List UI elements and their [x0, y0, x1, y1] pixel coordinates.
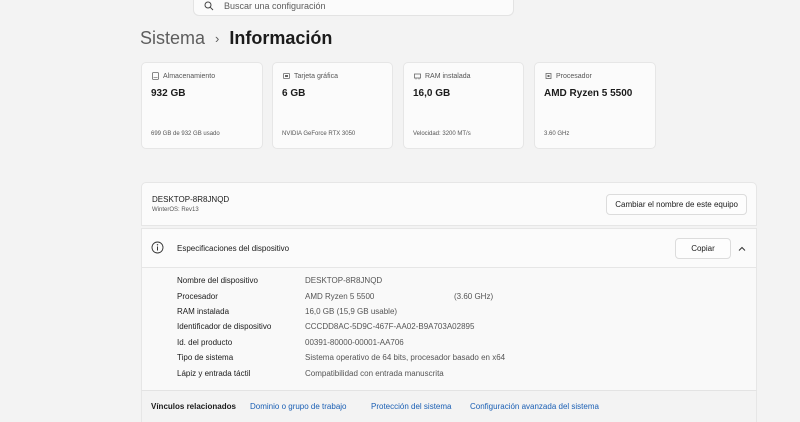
spec-label: Identificador de dispositivo: [177, 322, 272, 331]
device-os: WinterOS: Rev13: [152, 207, 199, 213]
link-system-protection[interactable]: Protección del sistema: [371, 402, 451, 411]
spec-row: Lápiz y entrada táctil Compatibilidad co…: [142, 369, 756, 384]
spec-extra: (3.60 GHz): [454, 292, 494, 301]
specs-title: Especificaciones del dispositivo: [177, 244, 290, 253]
spec-label: Tipo de sistema: [177, 353, 234, 362]
card-ram: RAM instalada 16,0 GB Velocidad: 3200 MT…: [403, 62, 524, 149]
card-label: Tarjeta gráfica: [294, 72, 338, 80]
spec-row: Id. del producto 00391-80000-00001-AA706: [142, 338, 756, 353]
page-title: Información: [229, 28, 333, 48]
related-links-title: Vínculos relacionados: [151, 402, 236, 411]
specs-list: Nombre del dispositivo DESKTOP-8R8JNQD P…: [141, 268, 757, 390]
graphics-card-icon: [283, 73, 290, 79]
chevron-up-icon[interactable]: [736, 243, 748, 255]
spec-value: Sistema operativo de 64 bits, procesador…: [305, 353, 506, 362]
storage-icon: [152, 72, 159, 80]
spec-label: Nombre del dispositivo: [177, 276, 258, 285]
spec-value: Compatibilidad con entrada manuscrita: [305, 369, 444, 378]
card-graphics: Tarjeta gráfica 6 GB NVIDIA GeForce RTX …: [272, 62, 393, 149]
spec-label: Procesador: [177, 292, 218, 301]
breadcrumb: Sistema › Información: [140, 28, 332, 49]
card-sub: 3.60 GHz: [544, 131, 570, 137]
rename-pc-button[interactable]: Cambiar el nombre de este equipo: [606, 194, 747, 215]
search-input[interactable]: [224, 0, 484, 11]
card-label: RAM instalada: [425, 72, 471, 80]
card-storage: Almacenamiento 932 GB 699 GB de 932 GB u…: [141, 62, 263, 149]
spec-value: DESKTOP-8R8JNQD: [305, 276, 383, 285]
spec-value: CCCDD8AC-5D9C-467F-AA02-B9A703A02895: [305, 322, 475, 331]
spec-value: AMD Ryzen 5 5500: [305, 292, 375, 301]
device-panel: DESKTOP-8R8JNQD WinterOS: Rev13 Cambiar …: [141, 182, 757, 226]
card-value: 16,0 GB: [413, 88, 451, 99]
related-links: Vínculos relacionados Dominio o grupo de…: [141, 390, 757, 422]
spec-label: RAM instalada: [177, 307, 230, 316]
spec-row: Procesador AMD Ryzen 5 5500 (3.60 GHz): [142, 292, 756, 307]
card-label: Procesador: [556, 72, 592, 80]
spec-row: Identificador de dispositivo CCCDD8AC-5D…: [142, 322, 756, 337]
info-icon: [151, 241, 164, 254]
card-sub: 699 GB de 932 GB usado: [151, 131, 220, 137]
breadcrumb-separator: ›: [215, 31, 220, 46]
spec-row: Tipo de sistema Sistema operativo de 64 …: [142, 353, 756, 368]
processor-icon: [545, 73, 552, 79]
copy-button[interactable]: Copiar: [675, 238, 731, 259]
spec-value: 16,0 GB (15,9 GB usable): [305, 307, 398, 316]
card-value: 6 GB: [282, 88, 306, 99]
device-name: DESKTOP-8R8JNQD: [152, 195, 230, 204]
breadcrumb-parent[interactable]: Sistema: [140, 28, 205, 49]
card-processor: Procesador AMD Ryzen 5 5500 3.60 GHz: [534, 62, 656, 149]
card-sub: NVIDIA GeForce RTX 3050: [282, 131, 356, 137]
spec-value: 00391-80000-00001-AA706: [305, 338, 404, 347]
spec-label: Id. del producto: [177, 338, 233, 347]
specs-header[interactable]: Especificaciones del dispositivo Copiar: [141, 228, 757, 268]
search-box[interactable]: [193, 0, 514, 16]
card-label: Almacenamiento: [163, 72, 216, 80]
card-sub: Velocidad: 3200 MT/s: [413, 131, 471, 137]
ram-icon: [414, 73, 421, 80]
card-value: 932 GB: [151, 88, 186, 99]
card-value: AMD Ryzen 5 5500: [544, 88, 633, 99]
link-domain-workgroup[interactable]: Dominio o grupo de trabajo: [250, 402, 347, 411]
search-icon: [204, 1, 214, 10]
spec-row: Nombre del dispositivo DESKTOP-8R8JNQD: [142, 276, 756, 291]
spec-row: RAM instalada 16,0 GB (15,9 GB usable): [142, 307, 756, 322]
spec-label: Lápiz y entrada táctil: [177, 369, 251, 378]
link-advanced-system-settings[interactable]: Configuración avanzada del sistema: [470, 402, 599, 411]
